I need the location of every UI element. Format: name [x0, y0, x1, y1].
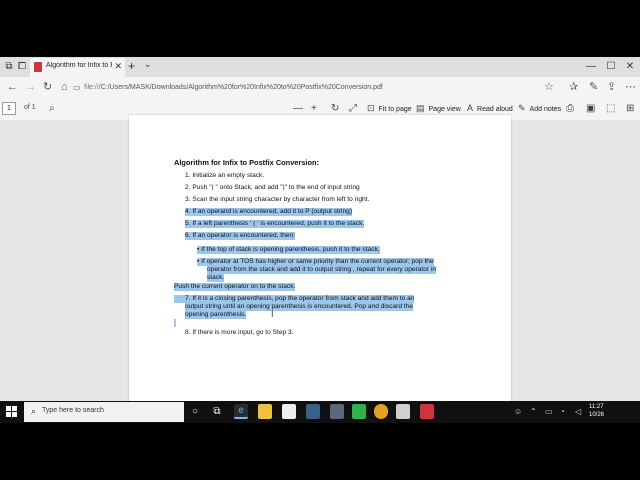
fit-to-page-button[interactable]: ⊡ Fit to page	[367, 102, 412, 115]
windows-taskbar: ⌕ Type here to search ○ ⧉ e ☺ ⌃ ▭ ◔ ◁ 11…	[0, 401, 640, 423]
share-icon[interactable]: ⇪	[607, 81, 616, 93]
save-as-icon[interactable]: ⬚	[606, 103, 615, 114]
search-icon: ⌕	[31, 406, 37, 416]
favorite-star-icon[interactable]: ☆	[544, 81, 554, 93]
bullet-2-line-3: stack.	[207, 274, 225, 282]
page-count: of 1	[24, 104, 36, 111]
step-3: 3. Scan the input string character by ch…	[185, 196, 370, 203]
edge-browser-window: ⧉ ⧠ Algorithm for Infix to Po ✕ + ⌄ — ☐ …	[0, 57, 640, 423]
new-tab-button[interactable]: +	[128, 59, 135, 73]
battery-icon[interactable]: ▭	[545, 407, 553, 416]
tray-chevron-icon[interactable]: ⌃	[530, 407, 537, 416]
document-title: Algorithm for Infix to Postfix Conversio…	[174, 158, 319, 167]
pdf-page: Algorithm for Infix to Postfix Conversio…	[129, 115, 511, 423]
edge-taskbar-icon[interactable]: e	[234, 404, 248, 419]
store-icon[interactable]	[282, 404, 296, 419]
chrome-icon[interactable]	[374, 404, 388, 419]
url-path: C:/Users/MASK/Downloads/Algorithm%20for%…	[100, 84, 383, 91]
fullscreen-icon[interactable]: ⤢	[349, 103, 357, 114]
forward-arrow-icon[interactable]: →	[25, 81, 36, 93]
rotate-icon[interactable]: ↻	[331, 103, 339, 114]
step-5: 5. If a left parenthesis ‘ ( ‘ is encoun…	[185, 220, 365, 228]
volume-icon[interactable]: ◁	[575, 407, 581, 416]
step-4: 4. If an operand is encountered, add it …	[185, 208, 353, 216]
read-aloud-button[interactable]: A Read aloud	[467, 102, 513, 115]
maximize-icon[interactable]: ☐	[605, 60, 617, 73]
mail-icon[interactable]	[306, 404, 320, 419]
step-7-line-1: 7. If it is a closing parenthesis, pop t…	[174, 295, 415, 303]
push-operator-line: Push the current operator on to the stac…	[174, 283, 296, 291]
zoom-out-icon[interactable]: —	[293, 103, 303, 114]
recorder-icon[interactable]	[420, 404, 434, 419]
tab-menu-chevron-icon[interactable]: ⌄	[144, 59, 152, 70]
pin-toolbar-icon[interactable]: ⊞	[626, 103, 634, 114]
step-7-line-3: opening parenthesis.	[185, 311, 247, 319]
search-icon[interactable]: ⌕	[49, 103, 55, 114]
people-icon[interactable]: ☺	[514, 407, 522, 416]
more-icon[interactable]: ⋯	[625, 81, 636, 93]
save-icon[interactable]: ▣	[586, 103, 595, 114]
refresh-icon[interactable]: ↻	[43, 81, 52, 93]
page-number-input[interactable]: 1	[2, 102, 16, 115]
text-cursor-icon: I	[271, 309, 274, 319]
page-view-icon: ▤	[416, 103, 425, 113]
tab-close-icon[interactable]: ✕	[114, 61, 122, 72]
navigation-bar: ← → ↻ ⌂ ▭ file:///C:/Users/MASK/Download…	[0, 77, 640, 98]
favorites-list-icon[interactable]: ✰	[569, 81, 578, 93]
close-window-icon[interactable]: ✕	[624, 60, 636, 73]
clock-date: 10/26	[589, 412, 605, 418]
tab-pdf[interactable]: Algorithm for Infix to Po ✕	[30, 58, 125, 77]
search-placeholder: Type here to search	[42, 407, 104, 414]
page-view-button[interactable]: ▤ Page view	[416, 102, 461, 115]
zoom-in-icon[interactable]: +	[311, 103, 317, 114]
url-scheme: file:///	[84, 84, 101, 91]
file-explorer-icon[interactable]	[258, 404, 272, 419]
back-arrow-icon[interactable]: ←	[7, 81, 18, 93]
task-view-icon[interactable]: ⧉	[210, 405, 224, 419]
app-icon[interactable]	[330, 404, 344, 419]
pen-icon[interactable]: ✎	[589, 81, 598, 93]
taskbar-search-box[interactable]: ⌕ Type here to search	[24, 402, 184, 422]
add-notes-icon: ✎	[518, 103, 526, 113]
step-7-line-2: output string until an opening parenthes…	[185, 303, 414, 311]
step-8: 8. If there is more input, go to Step 3.	[185, 329, 294, 336]
read-aloud-icon: A	[467, 103, 474, 113]
print-icon[interactable]: ⎙	[566, 103, 574, 114]
network-icon[interactable]: ◔	[560, 407, 565, 416]
address-bar[interactable]: file:///C:/Users/MASK/Downloads/Algorith…	[84, 81, 534, 94]
add-notes-button[interactable]: ✎ Add notes	[518, 102, 561, 115]
tab-preview-icon[interactable]: ⧉	[3, 60, 15, 73]
fit-to-page-icon: ⊡	[367, 103, 375, 113]
minimize-icon[interactable]: —	[585, 60, 597, 73]
bullet-2-line-2: operator from the stack and add it to ou…	[207, 266, 437, 274]
home-icon[interactable]: ⌂	[61, 81, 68, 93]
file-icon: ▭	[73, 83, 81, 92]
step-1: 1. Initialize an empty stack.	[185, 172, 265, 179]
camtasia-icon[interactable]	[352, 404, 366, 419]
step-6: 6. If an operator is encountered, then:	[185, 232, 295, 240]
tab-bar: ⧉ ⧠ Algorithm for Infix to Po ✕ + ⌄ — ☐ …	[0, 57, 640, 77]
clock-time: 11:27	[589, 404, 604, 410]
clock[interactable]: 11:27 10/26	[589, 403, 604, 419]
selection-marker	[174, 319, 176, 327]
step-2: 2. Push "( " onto Stack, and add ")" to …	[185, 184, 360, 191]
pdf-file-icon	[34, 62, 42, 72]
tab-back-icon[interactable]: ⧠	[16, 60, 28, 73]
app-icon[interactable]	[396, 404, 410, 419]
windows-start-icon[interactable]	[6, 406, 18, 418]
bullet-2-line-1: • If operator at TOS has higher or same …	[197, 258, 434, 266]
cortana-icon[interactable]: ○	[188, 405, 202, 419]
bullet-1: • If the top of stack is opening parenth…	[197, 246, 380, 254]
tab-title: Algorithm for Infix to Po	[46, 62, 112, 69]
